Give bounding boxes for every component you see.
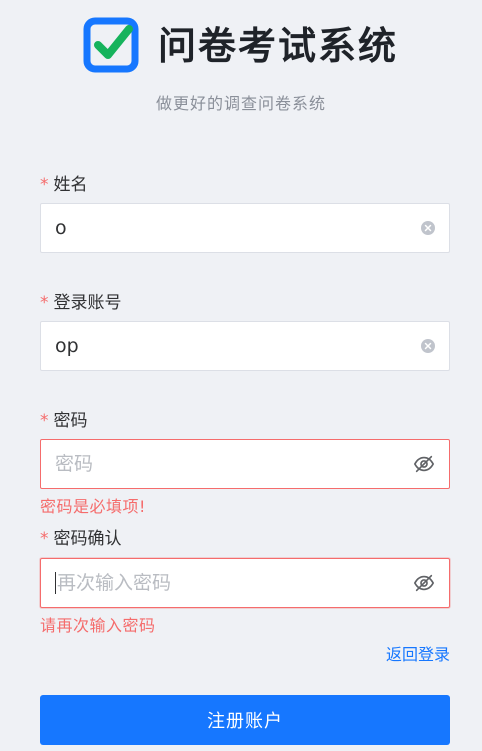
checkbox-check-icon <box>83 17 139 73</box>
name-input[interactable] <box>55 217 421 239</box>
register-button[interactable]: 注册账户 <box>40 695 450 745</box>
password-field[interactable] <box>40 439 450 489</box>
confirm-field[interactable] <box>40 558 450 608</box>
text-caret <box>55 572 56 594</box>
name-label: * 姓名 <box>40 170 88 195</box>
app-subtitle: 做更好的调查问卷系统 <box>155 94 326 113</box>
required-mark: * <box>40 529 49 549</box>
app-title: 问卷考试系统 <box>158 24 399 68</box>
confirm-label: * 密码确认 <box>40 524 122 549</box>
required-mark: * <box>40 175 49 195</box>
back-to-login-link[interactable]: 返回登录 <box>386 641 450 665</box>
clear-icon[interactable] <box>421 339 435 353</box>
confirm-error: 请再次输入密码 <box>40 616 156 635</box>
required-mark: * <box>40 411 49 431</box>
clear-icon[interactable] <box>421 221 435 235</box>
register-page: 问卷考试系统 做更好的调查问卷系统 *姓名 *登录账号 *密码 <box>0 0 482 751</box>
password-error: 密码是必填项! <box>40 497 146 516</box>
password-label: * 密码 <box>40 406 88 431</box>
password-input[interactable] <box>55 453 413 475</box>
required-mark: * <box>40 293 49 313</box>
confirm-label-text: 密码确认 <box>53 529 122 549</box>
account-label: * 登录账号 <box>40 288 122 313</box>
account-input[interactable] <box>55 335 421 357</box>
name-label-text: 姓名 <box>53 175 88 195</box>
password-label-text: 密码 <box>53 411 88 431</box>
eye-off-icon[interactable] <box>413 572 435 594</box>
name-field[interactable] <box>40 203 450 253</box>
eye-off-icon[interactable] <box>413 453 435 475</box>
brand <box>83 17 139 73</box>
account-field[interactable] <box>40 321 450 371</box>
account-label-text: 登录账号 <box>53 293 122 313</box>
confirm-input[interactable] <box>57 572 413 594</box>
